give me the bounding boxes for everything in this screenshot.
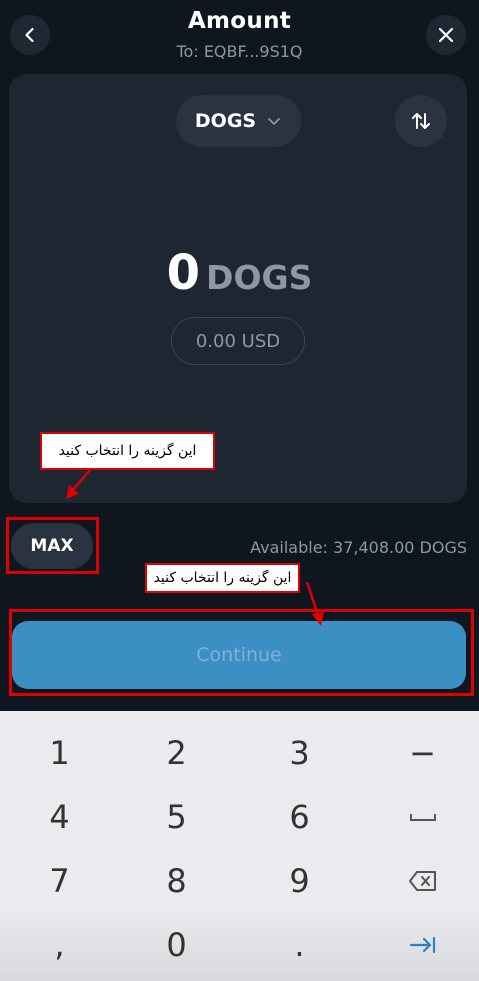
- amount-value: 0: [166, 245, 201, 301]
- close-button[interactable]: [426, 15, 466, 55]
- annotation-box-continue: [9, 609, 474, 696]
- key-1[interactable]: 1: [0, 721, 119, 785]
- key-next[interactable]: [363, 913, 479, 977]
- page-title: Amount: [187, 8, 292, 34]
- annotation-box-max: [6, 517, 99, 574]
- key-comma[interactable]: ,: [0, 913, 119, 977]
- key-6[interactable]: 6: [240, 785, 359, 849]
- key-4[interactable]: 4: [0, 785, 119, 849]
- amount-display[interactable]: 0 DOGS: [0, 245, 479, 301]
- key-9[interactable]: 9: [240, 849, 359, 913]
- token-label: DOGS: [194, 110, 257, 132]
- key-5[interactable]: 5: [117, 785, 236, 849]
- annotation-label-1: این گزینه را انتخاب کنید: [40, 432, 215, 470]
- token-selector[interactable]: DOGS: [176, 95, 301, 147]
- key-0[interactable]: 0: [117, 913, 236, 977]
- tab-next-icon: [409, 936, 435, 954]
- key-minus[interactable]: −: [363, 721, 479, 785]
- key-7[interactable]: 7: [0, 849, 119, 913]
- key-period[interactable]: .: [240, 913, 359, 977]
- available-balance: Available: 37,408.00 DOGS: [250, 538, 467, 557]
- recipient-address: To: EQBF...9S1Q: [176, 42, 303, 61]
- close-icon: [438, 27, 454, 43]
- key-2[interactable]: 2: [117, 721, 236, 785]
- swap-arrows-icon: [412, 113, 430, 129]
- amount-unit: DOGS: [206, 258, 313, 297]
- backspace-icon: [408, 871, 436, 891]
- key-backspace[interactable]: [363, 849, 479, 913]
- key-8[interactable]: 8: [117, 849, 236, 913]
- key-space[interactable]: [363, 785, 479, 849]
- chevron-down-icon: [268, 118, 280, 125]
- key-3[interactable]: 3: [240, 721, 359, 785]
- swap-currency-button[interactable]: [395, 95, 447, 147]
- numeric-keyboard: 1 2 3 − 4 5 6 7 8 9 , 0 .: [0, 711, 479, 981]
- usd-equivalent: 0.00 USD: [171, 317, 305, 365]
- space-icon: [409, 814, 436, 821]
- annotation-label-2: این گزینه را انتخاب کنید: [145, 563, 300, 593]
